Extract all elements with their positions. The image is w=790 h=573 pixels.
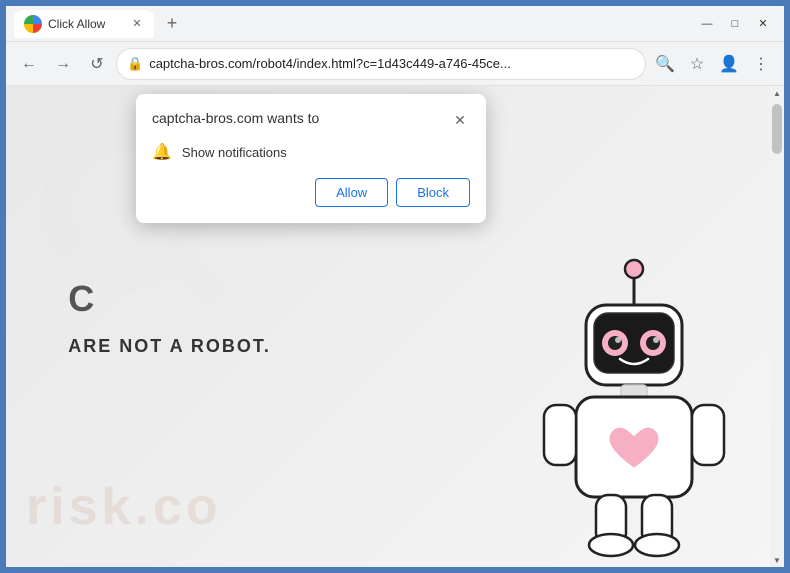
lock-icon: 🔒: [127, 56, 143, 72]
window-controls: — □ ✕: [694, 14, 776, 34]
robot-illustration: [524, 247, 744, 567]
browser-tab[interactable]: Click Allow ✕: [14, 10, 154, 38]
allow-button[interactable]: Allow: [315, 178, 388, 207]
watermark-logo: risk.co: [26, 477, 222, 537]
scroll-up-arrow[interactable]: ▲: [770, 86, 784, 100]
popup-buttons: Allow Block: [152, 178, 470, 207]
address-text: captcha-bros.com/robot4/index.html?c=1d4…: [149, 56, 635, 71]
notification-popup: captcha-bros.com wants to ✕ 🔔 Show notif…: [136, 94, 486, 223]
profile-icon-button[interactable]: 👤: [714, 49, 744, 79]
captcha-main-text: C: [68, 278, 96, 322]
forward-button[interactable]: →: [48, 49, 78, 79]
popup-title: captcha-bros.com wants to: [152, 110, 319, 126]
scroll-down-arrow[interactable]: ▼: [770, 553, 784, 567]
back-button[interactable]: ←: [14, 49, 44, 79]
close-button[interactable]: ✕: [750, 14, 776, 34]
browser-window: Click Allow ✕ + — □ ✕ ← → ↺ 🔒 captcha-br…: [4, 4, 786, 569]
notification-label: Show notifications: [182, 145, 287, 160]
address-bar[interactable]: 🔒 captcha-bros.com/robot4/index.html?c=1…: [116, 48, 646, 80]
menu-button[interactable]: ⋮: [746, 49, 776, 79]
bookmark-icon-button[interactable]: ☆: [682, 49, 712, 79]
page-content: risk.co C ARE NOT A ROBOT.: [6, 86, 784, 567]
reload-button[interactable]: ↺: [82, 49, 112, 79]
search-icon-button[interactable]: 🔍: [650, 49, 680, 79]
block-button[interactable]: Block: [396, 178, 470, 207]
captcha-sub-text: ARE NOT A ROBOT.: [68, 336, 271, 357]
popup-notification-row: 🔔 Show notifications: [152, 142, 470, 162]
title-bar: Click Allow ✕ + — □ ✕: [6, 6, 784, 42]
tab-title: Click Allow: [48, 17, 105, 31]
bell-icon: 🔔: [152, 142, 172, 162]
new-tab-button[interactable]: +: [158, 10, 186, 38]
popup-header: captcha-bros.com wants to ✕: [152, 110, 470, 130]
scrollbar-thumb[interactable]: [772, 104, 782, 154]
captcha-c-text: C: [68, 278, 96, 320]
nav-bar: ← → ↺ 🔒 captcha-bros.com/robot4/index.ht…: [6, 42, 784, 86]
nav-right-icons: 🔍 ☆ 👤 ⋮: [650, 49, 776, 79]
maximize-button[interactable]: □: [722, 14, 748, 34]
minimize-button[interactable]: —: [694, 14, 720, 34]
scrollbar[interactable]: ▲ ▼: [770, 86, 784, 567]
popup-close-button[interactable]: ✕: [450, 110, 470, 130]
tab-close-button[interactable]: ✕: [130, 17, 144, 31]
browser-icon: [24, 15, 42, 33]
